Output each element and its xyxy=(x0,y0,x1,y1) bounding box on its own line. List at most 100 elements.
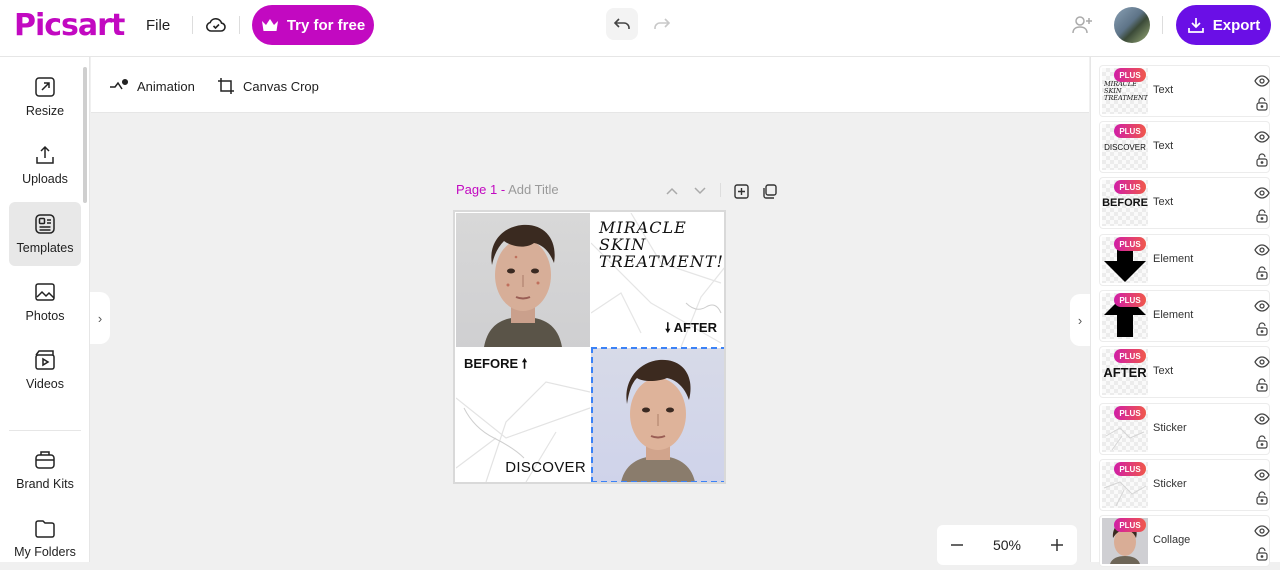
divider xyxy=(239,16,240,34)
add-title-input[interactable]: Add Title xyxy=(508,182,559,197)
plus-badge: PLUS xyxy=(1114,462,1146,476)
layer-item[interactable]: BEFORE PLUS Text xyxy=(1099,177,1270,229)
crop-icon xyxy=(218,78,234,94)
file-menu-button[interactable]: File xyxy=(134,14,182,38)
layer-name: Element xyxy=(1153,309,1194,321)
lock-icon[interactable] xyxy=(1256,547,1268,561)
layer-item[interactable]: DISCOVER PLUS Text xyxy=(1099,121,1270,173)
add-user-icon[interactable] xyxy=(1070,13,1094,37)
lock-icon[interactable] xyxy=(1256,97,1268,111)
eye-icon[interactable] xyxy=(1254,411,1270,427)
right-panel-toggle-button[interactable]: › xyxy=(1070,294,1090,346)
zoom-out-button[interactable] xyxy=(949,537,965,553)
layer-item[interactable]: AFTER PLUS Text xyxy=(1099,346,1270,398)
divider xyxy=(720,183,721,197)
cloud-check-icon[interactable] xyxy=(204,13,228,37)
miracle-skin-treatment-text[interactable]: MIRACLE SKIN TREATMENT! xyxy=(599,219,724,270)
eye-icon[interactable] xyxy=(1254,129,1270,145)
layer-item[interactable]: PLUS Element xyxy=(1099,290,1270,342)
lock-icon[interactable] xyxy=(1256,435,1268,449)
sidebar-scrollbar[interactable] xyxy=(83,67,87,203)
eye-icon[interactable] xyxy=(1254,467,1270,483)
canvas-toolbar: Animation Canvas Crop xyxy=(91,57,1089,113)
sidebar-item-label: Uploads xyxy=(22,172,68,186)
lock-icon[interactable] xyxy=(1256,378,1268,392)
lock-icon[interactable] xyxy=(1256,266,1268,280)
animation-label: Animation xyxy=(137,78,195,94)
divider xyxy=(1162,16,1163,34)
try-for-free-button[interactable]: Try for free xyxy=(252,5,374,45)
page-up-button[interactable] xyxy=(662,181,682,201)
sidebar-item-label: My Folders xyxy=(14,545,76,559)
layer-item[interactable]: PLUS Element xyxy=(1099,234,1270,286)
layer-name: Text xyxy=(1153,84,1174,96)
layer-name: Text xyxy=(1153,140,1174,152)
left-panel-expand-button[interactable]: › xyxy=(90,292,110,344)
sidebar-item-label: Brand Kits xyxy=(16,477,74,491)
sidebar-item-videos[interactable]: Videos xyxy=(9,338,81,402)
layer-name: Element xyxy=(1153,253,1194,265)
before-text-tile[interactable]: BEFORE 🠕 DISCOVER xyxy=(456,348,590,482)
crown-icon xyxy=(261,19,278,31)
export-button[interactable]: Export xyxy=(1176,5,1271,45)
layer-item[interactable]: PLUS Sticker xyxy=(1099,459,1270,511)
sidebar-item-label: Resize xyxy=(25,104,65,118)
plus-badge: PLUS xyxy=(1114,293,1146,307)
undo-button[interactable] xyxy=(606,8,638,40)
lock-icon[interactable] xyxy=(1256,491,1268,505)
animation-button[interactable]: Animation xyxy=(109,74,195,98)
eye-icon[interactable] xyxy=(1254,73,1270,89)
page-title-row: Page 1 - Add Title xyxy=(456,182,559,197)
before-photo[interactable] xyxy=(456,213,590,347)
user-avatar[interactable] xyxy=(1114,7,1150,43)
canvas-crop-label: Canvas Crop xyxy=(243,78,319,94)
undo-icon xyxy=(613,18,630,29)
miracle-text-tile[interactable]: MIRACLE SKIN TREATMENT! 🠗 AFTER xyxy=(591,213,724,347)
sidebar-item-photos[interactable]: Photos xyxy=(9,270,81,334)
eye-icon[interactable] xyxy=(1254,242,1270,258)
minus-icon xyxy=(951,544,963,546)
eye-icon[interactable] xyxy=(1254,185,1270,201)
after-label[interactable]: 🠗 AFTER xyxy=(665,319,717,341)
page-down-button[interactable] xyxy=(690,181,710,201)
sidebar-item-uploads[interactable]: Uploads xyxy=(9,133,81,197)
plus-badge: PLUS xyxy=(1114,406,1146,420)
download-icon xyxy=(1187,18,1204,33)
divider xyxy=(192,16,193,34)
layer-name: Sticker xyxy=(1153,422,1187,434)
top-bar: Picsart File Try for free Export xyxy=(0,0,1280,57)
duplicate-icon xyxy=(762,183,777,199)
lock-icon[interactable] xyxy=(1256,322,1268,336)
picsart-logo[interactable]: Picsart xyxy=(14,8,125,43)
canvas-crop-button[interactable]: Canvas Crop xyxy=(217,74,319,98)
sidebar-item-brand-kits[interactable]: Brand Kits xyxy=(9,438,81,502)
plus-badge: PLUS xyxy=(1114,180,1146,194)
lock-icon[interactable] xyxy=(1256,209,1268,223)
layer-item[interactable]: PLUS Sticker xyxy=(1099,403,1270,455)
layer-item[interactable]: MIRACLE SKIN TREATMENT! PLUS Text xyxy=(1099,65,1270,117)
try-for-free-label: Try for free xyxy=(286,16,366,34)
design-canvas[interactable]: MIRACLE SKIN TREATMENT! 🠗 AFTER BEFORE 🠕… xyxy=(453,210,726,484)
duplicate-page-button[interactable] xyxy=(759,181,779,201)
after-photo[interactable] xyxy=(591,348,724,482)
sidebar-item-resize[interactable]: Resize xyxy=(9,65,81,129)
add-page-button[interactable] xyxy=(731,181,751,201)
sidebar-item-my-folders[interactable]: My Folders xyxy=(9,506,81,570)
before-label[interactable]: BEFORE 🠕 xyxy=(464,355,527,377)
face-photo-before xyxy=(484,224,562,347)
chevron-right-icon: › xyxy=(97,310,103,326)
layer-item[interactable]: PLUS Collage xyxy=(1099,515,1270,567)
left-sidebar: Resize Uploads Templates Photos Videos B… xyxy=(0,57,90,562)
plus-badge: PLUS xyxy=(1114,68,1146,82)
eye-icon[interactable] xyxy=(1254,354,1270,370)
eye-icon[interactable] xyxy=(1254,298,1270,314)
redo-button[interactable] xyxy=(646,8,678,40)
chevron-right-icon: › xyxy=(1077,312,1083,328)
zoom-in-button[interactable] xyxy=(1049,537,1065,553)
sidebar-item-templates[interactable]: Templates xyxy=(9,202,81,266)
lock-icon[interactable] xyxy=(1256,153,1268,167)
chevron-down-icon xyxy=(694,187,706,195)
eye-icon[interactable] xyxy=(1254,523,1270,539)
discover-label[interactable]: DISCOVER xyxy=(505,459,586,476)
layer-name: Text xyxy=(1153,196,1174,208)
